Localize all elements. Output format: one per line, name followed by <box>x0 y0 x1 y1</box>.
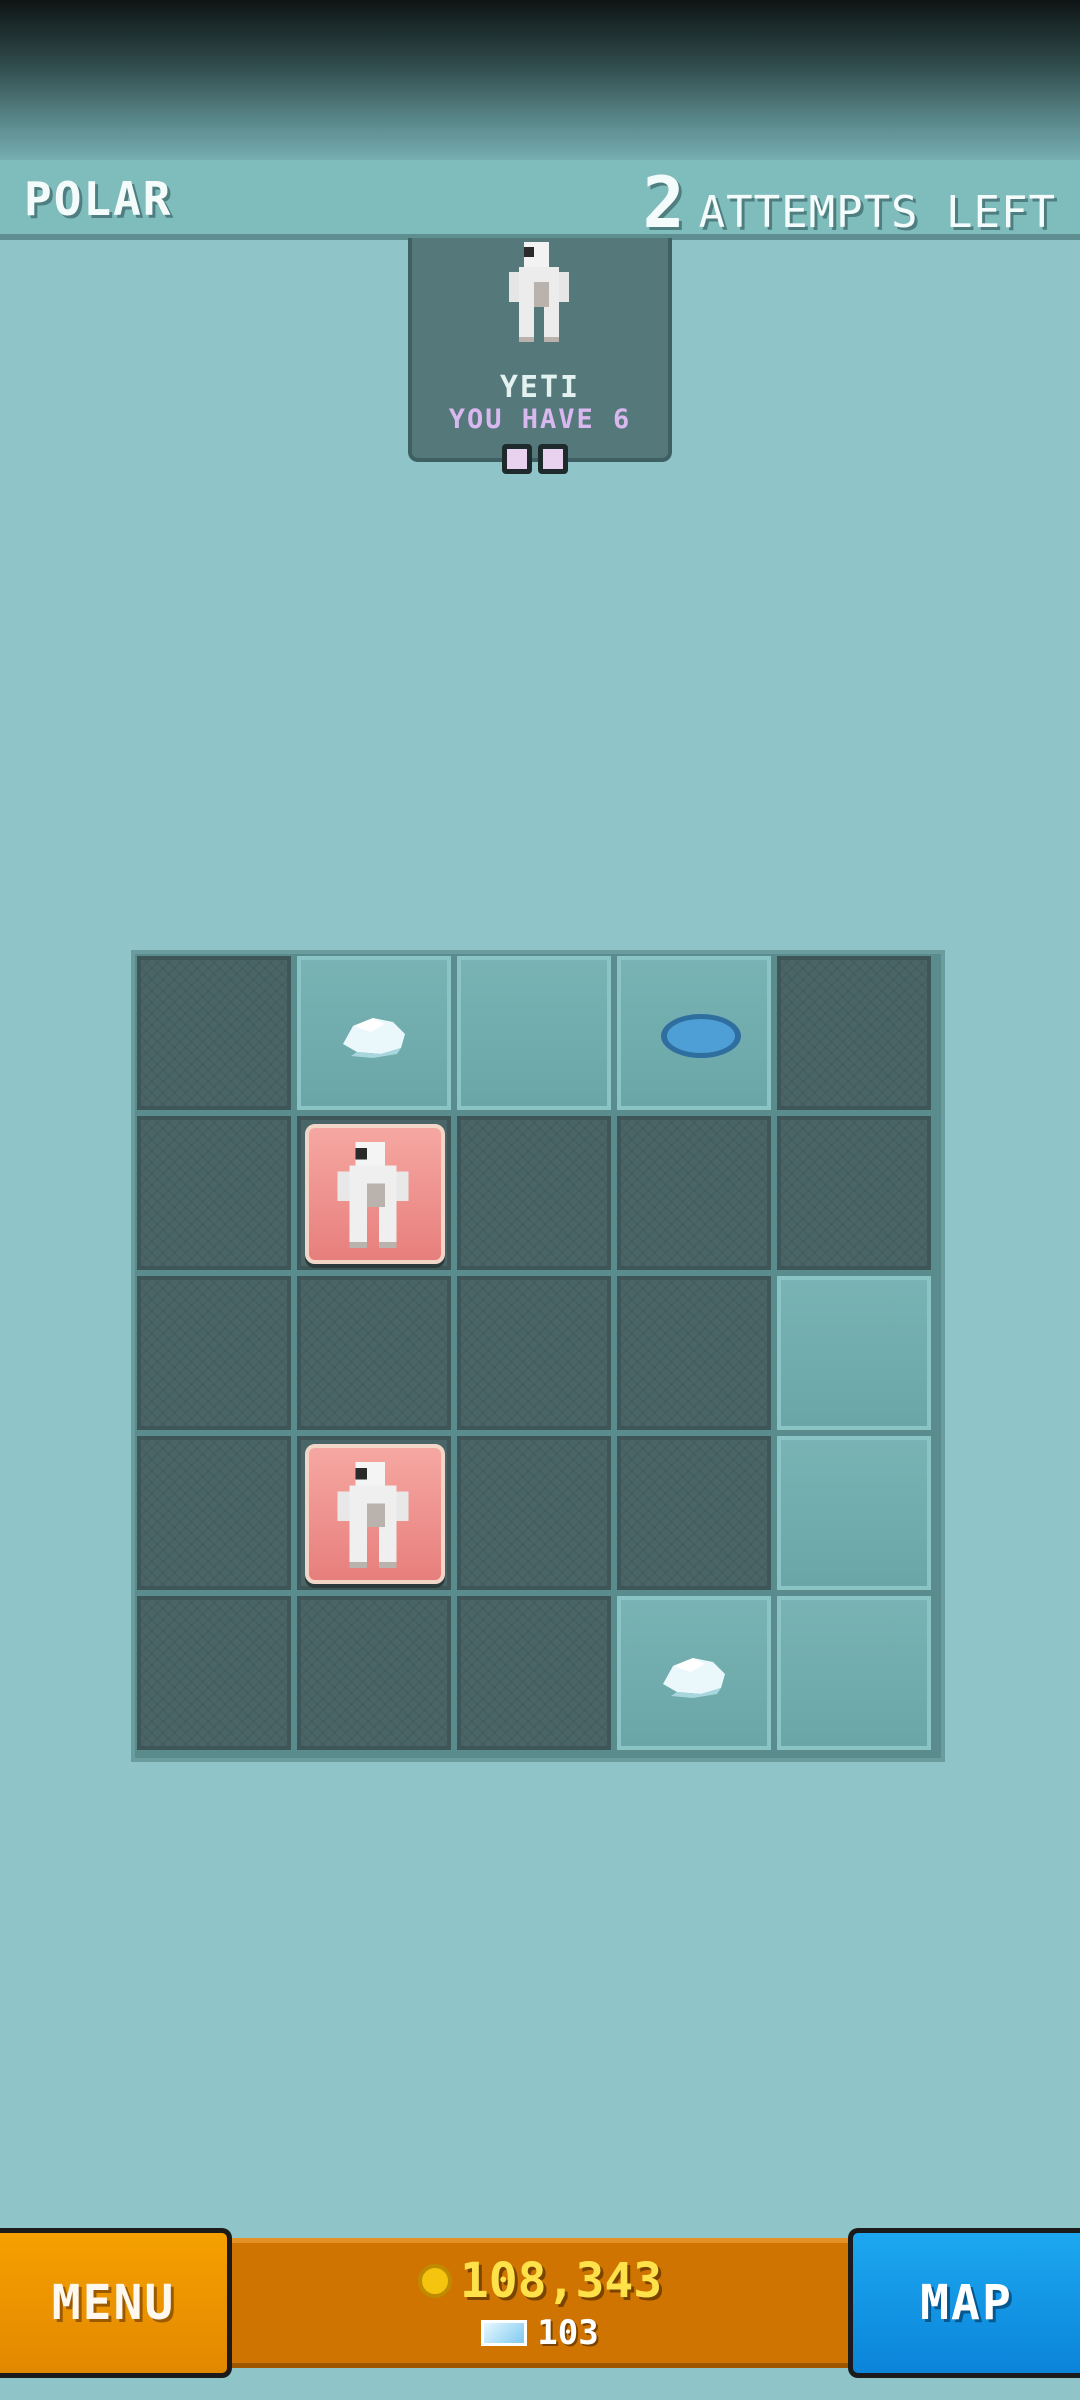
yeti-tile[interactable] <box>305 1444 445 1584</box>
board-cell-ice[interactable] <box>777 1596 931 1750</box>
board-cell-ice[interactable] <box>777 1276 931 1430</box>
yeti-icon <box>337 1462 409 1569</box>
yeti-icon <box>337 1142 409 1249</box>
attempts-left: 2 ATTEMPTS LEFT <box>642 162 1056 244</box>
ice-chunk-icon <box>343 1018 405 1058</box>
currency-panel: 108,343 103 <box>232 2238 848 2368</box>
board-cell-empty[interactable] <box>457 1276 611 1430</box>
attempts-label: ATTEMPTS LEFT <box>698 187 1056 238</box>
you-have-count: YOU HAVE 6 <box>448 404 632 435</box>
progress-dot <box>538 444 568 474</box>
gem-balance: 103 <box>232 2313 848 2353</box>
board-cell-ice-chunk[interactable] <box>617 1596 771 1750</box>
menu-button[interactable]: MENU <box>0 2228 232 2378</box>
board-cell-yeti[interactable] <box>297 1436 451 1590</box>
coin-icon <box>417 2264 452 2298</box>
gem-icon <box>481 2320 528 2346</box>
board-cell-empty[interactable] <box>137 1116 291 1270</box>
board-cell-empty[interactable] <box>617 1116 771 1270</box>
ice-chunk-icon <box>663 1658 725 1698</box>
board-cell-empty[interactable] <box>137 1596 291 1750</box>
ice-hole-icon <box>661 1014 741 1058</box>
board-cell-empty[interactable] <box>457 1116 611 1270</box>
board-cell-empty[interactable] <box>297 1276 451 1430</box>
creature-name: YETI <box>499 370 581 405</box>
level-name: POLAR <box>24 172 173 226</box>
board-cell-ice-hole[interactable] <box>617 956 771 1110</box>
goal-card: YETI YOU HAVE 6 <box>408 238 672 462</box>
coin-balance: 108,343 <box>232 2253 848 2309</box>
board-cell-ice[interactable] <box>777 1436 931 1590</box>
yeti-tile[interactable] <box>305 1124 445 1264</box>
gem-amount: 103 <box>537 2313 599 2353</box>
board-cell-empty[interactable] <box>777 1116 931 1270</box>
map-button[interactable]: MAP <box>848 2228 1080 2378</box>
board-cell-empty[interactable] <box>777 956 931 1110</box>
coin-amount: 108,343 <box>459 2253 663 2309</box>
board-cell-empty[interactable] <box>617 1436 771 1590</box>
board-cell-empty[interactable] <box>617 1276 771 1430</box>
board-cell-empty[interactable] <box>137 956 291 1110</box>
yeti-icon <box>509 242 569 342</box>
board-cell-yeti[interactable] <box>297 1116 451 1270</box>
status-bar <box>0 0 1080 160</box>
board-cell-empty[interactable] <box>137 1276 291 1430</box>
game-board <box>131 950 945 1762</box>
attempts-count: 2 <box>642 162 685 244</box>
board-cell-ice[interactable] <box>457 956 611 1110</box>
top-bar: POLAR 2 ATTEMPTS LEFT <box>0 160 1080 244</box>
board-cell-empty[interactable] <box>457 1596 611 1750</box>
progress-indicators <box>502 444 568 474</box>
board-cell-empty[interactable] <box>457 1436 611 1590</box>
bottom-bar: MENU 108,343 103 MAP <box>0 2228 1080 2378</box>
progress-dot <box>502 444 532 474</box>
board-cell-empty[interactable] <box>137 1436 291 1590</box>
board-cell-empty[interactable] <box>297 1596 451 1750</box>
board-cell-ice-chunk[interactable] <box>297 956 451 1110</box>
